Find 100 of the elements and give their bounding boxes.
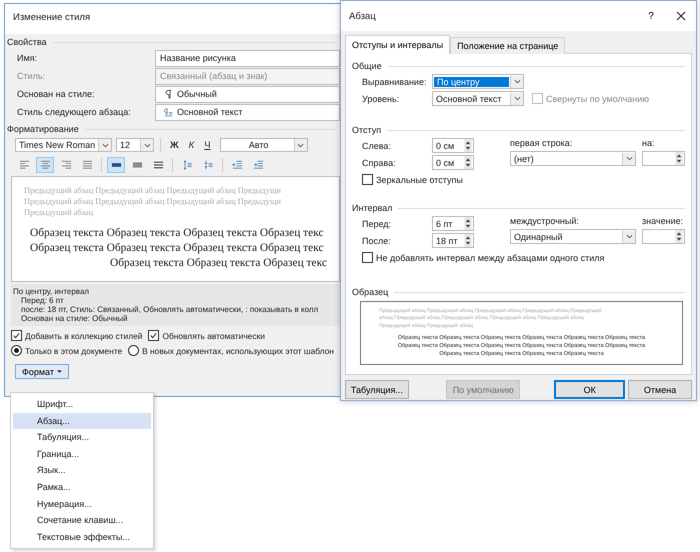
field-label: Перед: xyxy=(361,218,392,228)
format-button[interactable]: Ч xyxy=(201,140,214,150)
chevron-icon xyxy=(510,76,523,88)
section-heading: Общие xyxy=(352,61,382,71)
spin-arrows-icon xyxy=(464,234,472,247)
window-title: Изменение стиля xyxy=(5,4,340,34)
radio-button[interactable]: Только в этом документе xyxy=(11,345,122,356)
dialog-button[interactable]: Табуляция... xyxy=(345,380,409,399)
linked-style-icon xyxy=(164,108,173,116)
preview-previous-text: Предыдущий абзац Предыдущий абзац Предыдущий абзац Предыдущи xyxy=(24,185,282,196)
chevron-icon xyxy=(294,139,307,151)
menu-item[interactable]: Сочетание клавиш... xyxy=(13,512,151,529)
align-button[interactable] xyxy=(36,157,54,173)
help-button[interactable]: ? xyxy=(636,4,666,28)
field-label: Уровень: xyxy=(361,94,400,104)
style-field[interactable]: Основной текст xyxy=(155,104,340,120)
preview-sample-text: Образец текста Образец текста Образец текс xyxy=(109,256,328,271)
section-heading: Форматирование xyxy=(7,124,79,134)
checkbox[interactable]: Обновлять автоматически xyxy=(148,330,265,341)
spin-field[interactable]: 0 см xyxy=(432,155,474,170)
menu-item[interactable]: Шрифт... xyxy=(13,396,151,413)
check-icon xyxy=(12,331,21,340)
spin-arrows-icon xyxy=(464,139,472,152)
align-left-icon xyxy=(18,160,30,170)
spin-arrows-icon xyxy=(675,152,683,165)
spin-arrows-icon xyxy=(464,156,472,169)
align-right-icon xyxy=(60,160,72,170)
field-label: Основан на стиле: xyxy=(16,89,96,99)
spin-field[interactable]: 18 пт xyxy=(432,233,474,248)
window-title: Абзац xyxy=(349,10,376,22)
spin-field[interactable]: 6 пт xyxy=(432,216,474,231)
description-text: после: 18 пт, Стиль: Связанный, Обновлять автоматически, : показывать в колл xyxy=(20,305,320,314)
format-menu-button[interactable]: Формат xyxy=(15,364,69,379)
field-label: первая строка: xyxy=(510,138,574,148)
chevron-icon xyxy=(622,230,635,242)
alignment-dropdown[interactable]: По центру xyxy=(432,74,524,89)
field-label: Справа: xyxy=(361,158,397,168)
tab[interactable]: Положение на странице xyxy=(450,37,566,54)
spin-field[interactable]: 0 см xyxy=(432,138,474,153)
preview-sample-text: Образец текста Образец текста Образец текста Образец текс xyxy=(29,241,325,256)
style-field[interactable]: Обычный xyxy=(155,86,340,102)
close-icon xyxy=(676,11,686,21)
description-text: По центру, интервал xyxy=(13,287,90,296)
format-button[interactable]: Ж xyxy=(167,140,182,150)
size-dropdown[interactable]: 12 xyxy=(116,138,154,152)
chevron-icon xyxy=(140,139,153,151)
font-dropdown[interactable]: Times New Roman xyxy=(15,138,112,152)
tab[interactable]: Отступы и интервалы xyxy=(345,35,450,54)
preview-sample-text: Образец текста Образец текста Образец текста Образец текс xyxy=(29,226,325,241)
field-label: Стиль: xyxy=(16,71,46,81)
line-spacing-icon xyxy=(132,160,142,170)
style-field[interactable]: Название рисунка xyxy=(155,50,340,66)
radio-button[interactable]: В новых документах, использующих этот шаблон xyxy=(128,345,334,356)
description-text: Основан на стиле: Обычный xyxy=(20,314,128,323)
section-heading: Интервал xyxy=(352,203,392,213)
section-heading: Образец xyxy=(352,287,388,297)
checkbox[interactable]: Зеркальные отступы xyxy=(362,174,685,185)
chevron-icon xyxy=(622,152,635,164)
preview-previous-text: Предыдущий абзац Предыдущий абзац Предыдущий абзац Предыдущи xyxy=(24,196,282,207)
color-dropdown[interactable]: Авто xyxy=(220,138,308,152)
section-heading: Свойства xyxy=(7,37,47,47)
section-heading: Отступ xyxy=(352,125,382,135)
menu-item[interactable]: Граница... xyxy=(13,446,151,462)
field-label: Выравнивание: xyxy=(361,76,428,86)
justify-icon xyxy=(82,160,92,170)
level-dropdown[interactable]: Основной текст xyxy=(432,91,524,106)
chevron-icon xyxy=(98,139,111,151)
field-label: на: xyxy=(642,138,656,148)
line-spacing-button[interactable] xyxy=(107,157,125,173)
menu-item[interactable]: Язык... xyxy=(13,462,151,479)
checkbox[interactable]: Добавить в коллекцию стилей xyxy=(11,330,142,341)
align-center-icon xyxy=(40,160,50,170)
double-spacing-icon xyxy=(152,160,164,170)
preview-previous-text: Предыдущий абзац xyxy=(24,207,94,218)
menu-item[interactable]: Рамка... xyxy=(13,478,151,496)
chevron-icon xyxy=(510,92,523,104)
menu-item[interactable]: Табуляция... xyxy=(13,429,151,446)
field-label: значение: xyxy=(642,216,684,226)
spin-arrows-icon xyxy=(675,230,683,243)
check-icon xyxy=(149,331,158,340)
pilcrow-icon xyxy=(164,90,173,98)
checkbox[interactable]: Не добавлять интервал между абзацами одного стиля xyxy=(362,252,685,263)
spin-field[interactable] xyxy=(642,151,685,166)
description-text: Перед: 6 пт xyxy=(20,296,65,305)
menu-item[interactable]: Текстовые эффекты... xyxy=(13,528,151,546)
dialog-button[interactable]: ОК xyxy=(554,380,626,399)
field-label: Слева: xyxy=(361,140,392,150)
spin-arrows-icon xyxy=(464,217,472,230)
caret-icon xyxy=(56,370,62,374)
field-label: Имя: xyxy=(16,53,38,63)
spin-field[interactable] xyxy=(642,229,685,244)
menu-item[interactable]: Нумерация... xyxy=(13,496,151,512)
single-spacing-icon xyxy=(110,160,122,170)
field-label: Стиль следующего абзаца: xyxy=(16,107,132,117)
dialog-button[interactable]: Отмена xyxy=(628,380,692,399)
menu-item[interactable]: Абзац... xyxy=(13,412,151,430)
field-label: междустрочный: xyxy=(510,216,580,226)
line-spacing-dropdown[interactable]: Одинарный xyxy=(510,229,636,244)
format-button[interactable]: К xyxy=(186,140,198,150)
first-line-dropdown[interactable]: (нет) xyxy=(510,151,636,166)
